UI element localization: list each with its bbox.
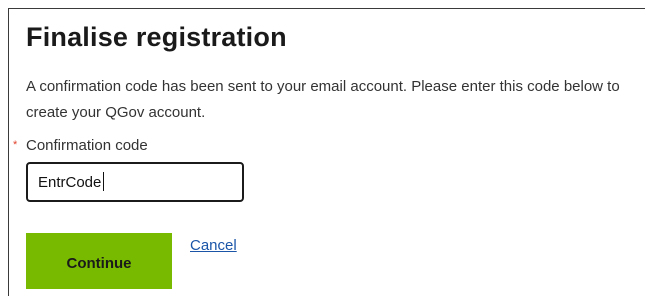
required-marker: * [13,139,18,151]
text-caret [103,172,104,191]
confirmation-code-input[interactable] [26,162,244,202]
continue-button[interactable]: Continue [26,233,172,289]
intro-text: A confirmation code has been sent to you… [26,78,620,121]
confirmation-code-label: Confirmation code [26,137,148,154]
page-title: Finalise registration [26,22,287,52]
cancel-link[interactable]: Cancel [190,237,237,254]
